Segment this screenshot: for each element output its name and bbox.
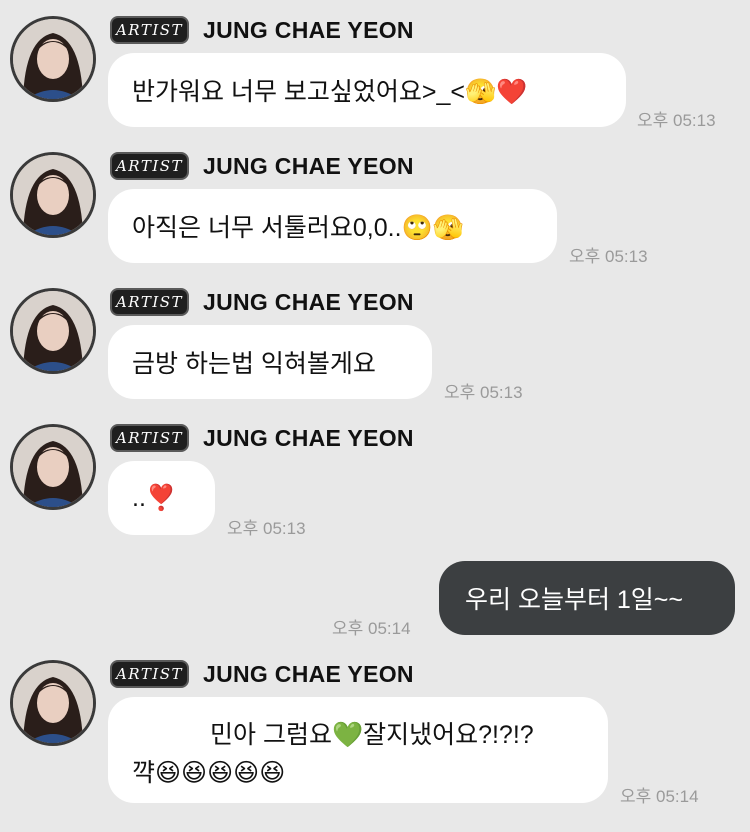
message-time: 오후 05:13 — [637, 111, 716, 130]
message-bubble[interactable]: 금방 하는법 익혀볼게요 — [108, 325, 432, 399]
message-line: 민아 그럼요💚잘지냈어요?!?!? — [210, 721, 534, 749]
artist-badge: ARTIST — [110, 424, 189, 452]
message-time: 오후 05:13 — [227, 519, 306, 538]
avatar-portrait-icon — [13, 155, 93, 235]
avatar[interactable] — [10, 288, 96, 374]
artist-badge: ARTIST — [110, 660, 189, 688]
artist-badge: ARTIST — [110, 288, 189, 316]
avatar[interactable] — [10, 424, 96, 510]
message-time: 오후 05:14 — [620, 787, 699, 806]
avatar-portrait-icon — [13, 291, 93, 371]
sender-name: JUNG CHAE YEON — [203, 425, 414, 451]
avatar-portrait-icon — [13, 427, 93, 507]
avatar[interactable] — [10, 660, 96, 746]
artist-badge: ARTIST — [110, 152, 189, 180]
avatar-portrait-icon — [13, 19, 93, 99]
sender-name: JUNG CHAE YEON — [203, 17, 414, 43]
message-bubble[interactable]: 반가워요 너무 보고싶었어요>_<🫣❤️ — [108, 53, 626, 127]
sender-name: JUNG CHAE YEON — [203, 661, 414, 687]
avatar[interactable] — [10, 16, 96, 102]
my-message-bubble[interactable]: 우리 오늘부터 1일~~ — [439, 561, 735, 635]
message-bubble[interactable]: ..❣️ — [108, 461, 215, 535]
message-time: 오후 05:13 — [569, 247, 648, 266]
artist-badge: ARTIST — [110, 16, 189, 44]
message-time: 오후 05:13 — [444, 383, 523, 402]
sender-name: JUNG CHAE YEON — [203, 153, 414, 179]
message-bubble[interactable]: 아직은 너무 서툴러요0,0..🙄🫣 — [108, 189, 557, 263]
avatar-portrait-icon — [13, 663, 93, 743]
avatar[interactable] — [10, 152, 96, 238]
sender-name: JUNG CHAE YEON — [203, 289, 414, 315]
message-bubble[interactable]: 민아 그럼요💚잘지냈어요?!?!? 꺅😆😆😆😆😆 — [108, 697, 608, 803]
my-message-time: 오후 05:14 — [332, 619, 411, 638]
message-line: 꺅😆😆😆😆😆 — [132, 759, 286, 787]
